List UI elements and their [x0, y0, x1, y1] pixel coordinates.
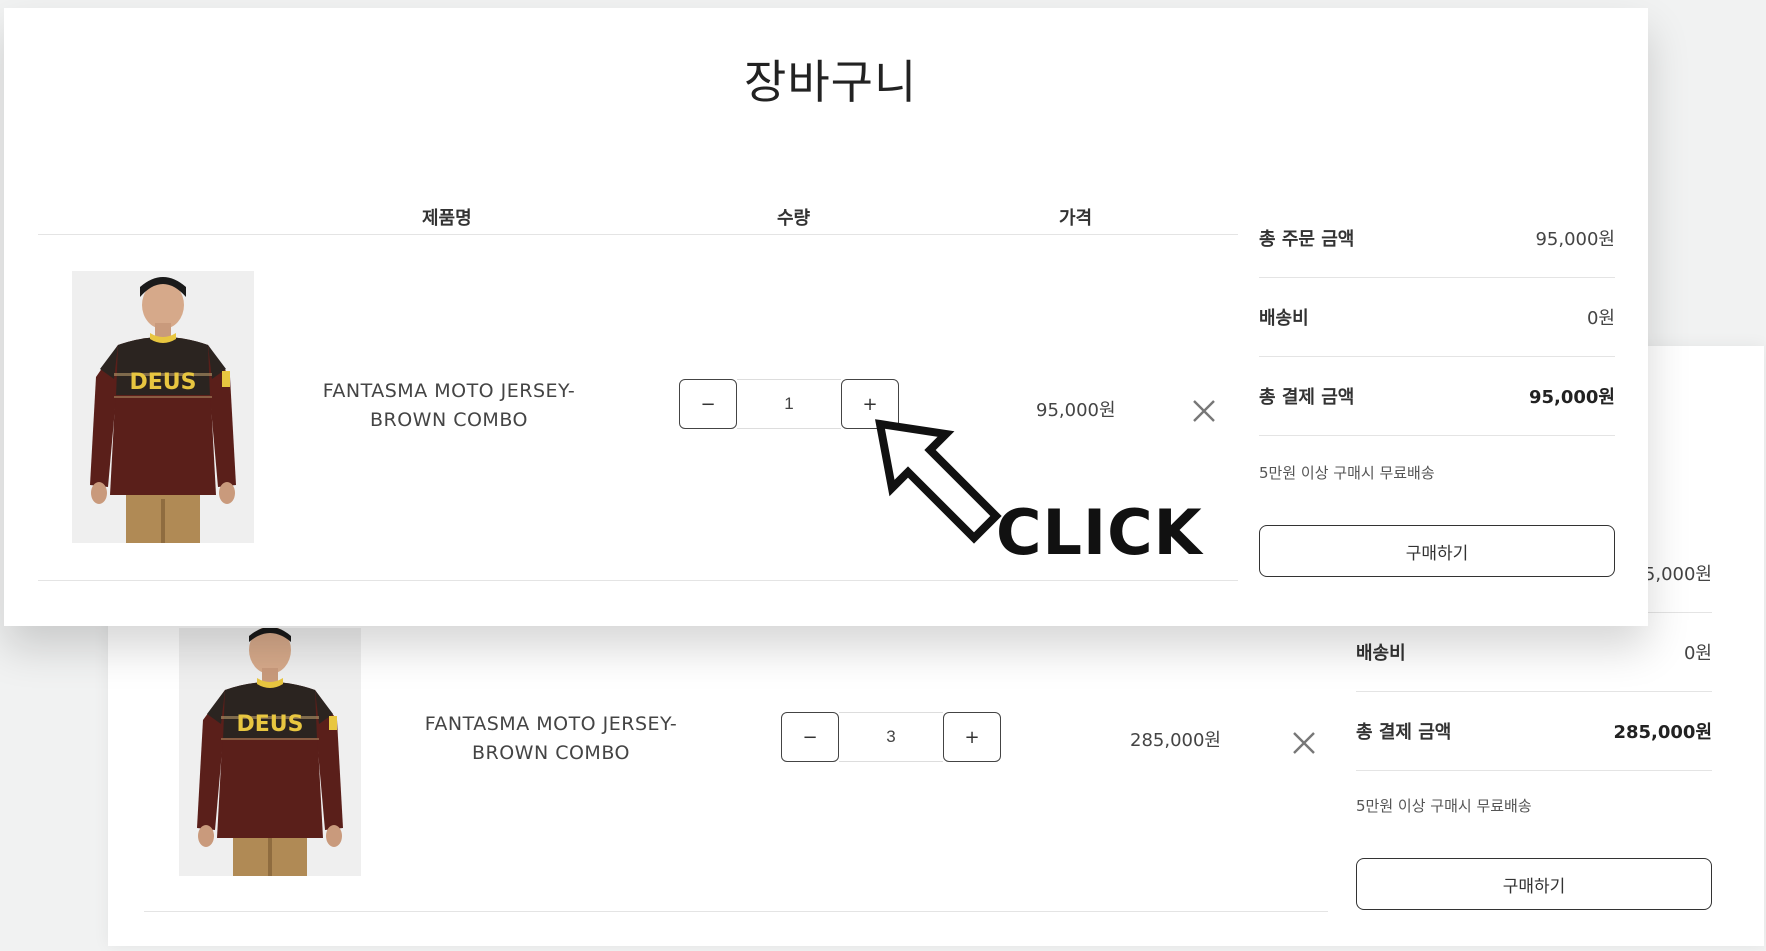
shipping-label: 배송비 — [1356, 642, 1406, 664]
free-shipping-note: 5만원 이상 구매시 무료배송 — [1259, 464, 1435, 482]
shipping-row: 배송비 0원 — [1259, 277, 1615, 357]
column-header-price: 가격 — [1059, 208, 1093, 229]
shipping-value: 0원 — [1586, 307, 1615, 329]
order-total-value: 5,000원 — [1643, 563, 1712, 585]
item-price: 95,000원 — [1036, 400, 1116, 421]
quantity-stepper: − 1 + — [679, 379, 899, 429]
jersey-logo-text: DEUS — [237, 712, 304, 737]
item-price: 285,000원 — [1130, 730, 1221, 751]
buy-button[interactable]: 구매하기 — [1259, 525, 1615, 577]
product-name: FANTASMA MOTO JERSEY- BROWN COMBO — [408, 710, 694, 768]
payment-total-row: 총 결제 금액 95,000원 — [1259, 356, 1615, 436]
free-shipping-note: 5만원 이상 구매시 무료배송 — [1356, 797, 1532, 815]
decrease-quantity-button[interactable]: − — [781, 712, 839, 762]
row-divider — [144, 911, 1328, 912]
product-name-line1: FANTASMA MOTO JERSEY- — [322, 380, 576, 402]
payment-total-value: 285,000원 — [1613, 721, 1712, 743]
click-annotation: CLICK — [996, 496, 1203, 569]
jersey-photo: DEUS — [72, 271, 254, 543]
column-header-product: 제품명 — [422, 208, 472, 229]
shipping-value: 0원 — [1683, 642, 1712, 664]
order-total-value: 95,000원 — [1535, 228, 1615, 250]
page-title: 장바구니 — [744, 55, 918, 109]
payment-total-label: 총 결제 금액 — [1259, 386, 1355, 408]
product-thumbnail: DEUS — [72, 271, 254, 543]
column-header-quantity: 수량 — [777, 208, 811, 229]
header-divider — [38, 234, 1238, 235]
product-name: FANTASMA MOTO JERSEY- BROWN COMBO — [306, 377, 592, 435]
increase-quantity-button[interactable]: + — [943, 712, 1001, 762]
arrow-pointer-icon — [875, 419, 1002, 544]
shipping-label: 배송비 — [1259, 307, 1309, 329]
product-name-line1: FANTASMA MOTO JERSEY- — [424, 713, 678, 735]
payment-total-value: 95,000원 — [1528, 386, 1615, 408]
quantity-value[interactable]: 1 — [737, 379, 841, 429]
quantity-stepper: − 3 + — [781, 712, 1001, 762]
quantity-value[interactable]: 3 — [839, 712, 943, 762]
order-total-row: 총 주문 금액 95,000원 — [1259, 198, 1615, 278]
row-divider — [38, 580, 1238, 581]
payment-total-label: 총 결제 금액 — [1356, 721, 1452, 743]
product-name-line2: BROWN COMBO — [369, 409, 528, 431]
close-icon[interactable] — [1190, 397, 1218, 425]
decrease-quantity-button[interactable]: − — [679, 379, 737, 429]
jersey-photo: DEUS — [179, 628, 361, 876]
cart-panel-before: 장바구니 제품명 수량 가격 DEUS FANTASMA MOTO JERSEY… — [4, 8, 1648, 626]
payment-total-row: 총 결제 금액 285,000원 — [1356, 691, 1712, 771]
jersey-logo-text: DEUS — [130, 370, 197, 395]
product-thumbnail: DEUS — [179, 628, 361, 876]
buy-button[interactable]: 구매하기 — [1356, 858, 1712, 910]
order-total-label: 총 주문 금액 — [1259, 228, 1355, 250]
product-name-line2: BROWN COMBO — [471, 742, 630, 764]
close-icon[interactable] — [1290, 729, 1318, 757]
